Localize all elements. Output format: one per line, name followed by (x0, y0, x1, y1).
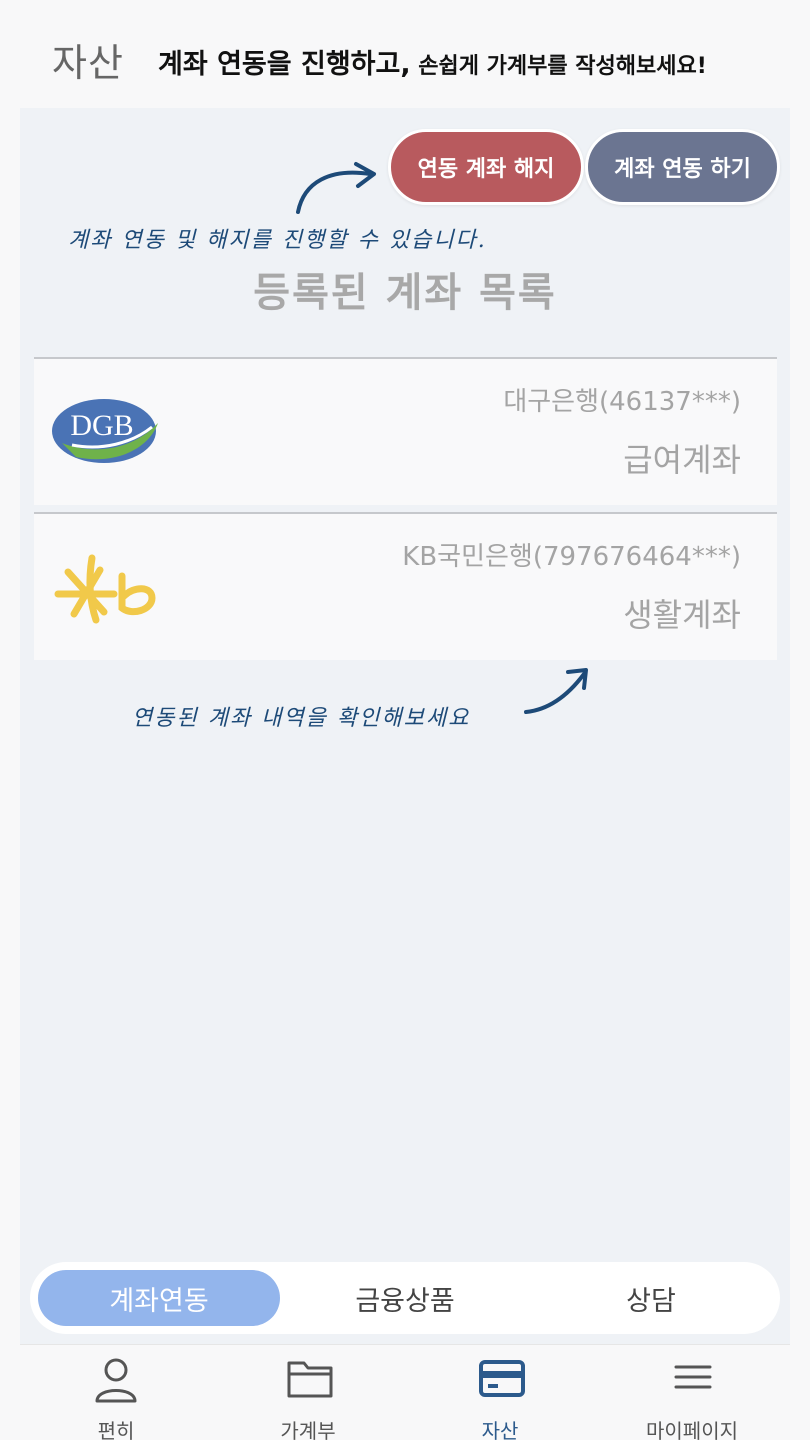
promo-banner: 계좌 연동을 진행하고, 손쉽게 가계부를 작성해보세요! (158, 42, 707, 81)
main-content: 연동 계좌 해지 계좌 연동 하기 계좌 연동 및 해지를 진행할 수 있습니다… (20, 108, 790, 1348)
header: 자산 계좌 연동을 진행하고, 손쉽게 가계부를 작성해보세요! (0, 0, 810, 108)
nav-label: 마이페이지 (646, 1419, 738, 1440)
account-name: KB국민은행(797676464***) (402, 542, 741, 572)
section-title: 등록된 계좌 목록 (253, 270, 557, 316)
annotation-history-hint: 연동된 계좌 내역을 확인해보세요 (132, 706, 471, 731)
link-account-button[interactable]: 계좌 연동 하기 (585, 129, 780, 205)
annotation-link-hint: 계좌 연동 및 해지를 진행할 수 있습니다. (68, 228, 487, 253)
page-title: 자산 (52, 41, 124, 85)
folder-icon (287, 1361, 333, 1398)
nav-label: 자산 (481, 1419, 519, 1440)
tab-financial-products[interactable]: 금융상품 (284, 1270, 526, 1326)
bottom-nav: 편히 가계부 자산 마이페이지 (20, 1344, 790, 1440)
arrow-up-right-icon (524, 668, 588, 714)
nav-label: 편히 (97, 1419, 135, 1440)
account-card[interactable]: DGB 대구은행(46137***) 급여계좌 (34, 357, 777, 505)
person-icon (95, 1358, 137, 1403)
nav-item-ledger[interactable]: 가계부 (212, 1345, 404, 1440)
unlink-account-button[interactable]: 연동 계좌 해지 (388, 129, 584, 205)
account-name: 대구은행(46137***) (503, 387, 741, 417)
nav-item-home[interactable]: 편히 (20, 1345, 212, 1440)
kb-logo (54, 554, 156, 624)
account-type: 급여계좌 (623, 441, 741, 479)
tab-account-link[interactable]: 계좌연동 (38, 1270, 280, 1326)
promo-text: 손쉽게 가계부를 작성해보세요! (410, 54, 707, 79)
menu-icon (674, 1365, 712, 1389)
card-icon (479, 1360, 525, 1397)
nav-item-mypage[interactable]: 마이페이지 (596, 1345, 788, 1440)
tab-consult[interactable]: 상담 (530, 1270, 772, 1326)
dgb-logo-text: DGB (70, 409, 133, 442)
arrow-up-right-icon (296, 162, 376, 214)
dgb-logo: DGB (52, 399, 158, 463)
account-card[interactable]: KB국민은행(797676464***) 생활계좌 (34, 512, 777, 660)
nav-item-assets[interactable]: 자산 (404, 1345, 596, 1440)
account-type: 생활계좌 (623, 596, 741, 634)
segment-control: 계좌연동 금융상품 상담 (30, 1262, 780, 1334)
promo-bold-text: 계좌 연동을 진행하고, (158, 49, 411, 80)
nav-label: 가계부 (280, 1419, 336, 1440)
